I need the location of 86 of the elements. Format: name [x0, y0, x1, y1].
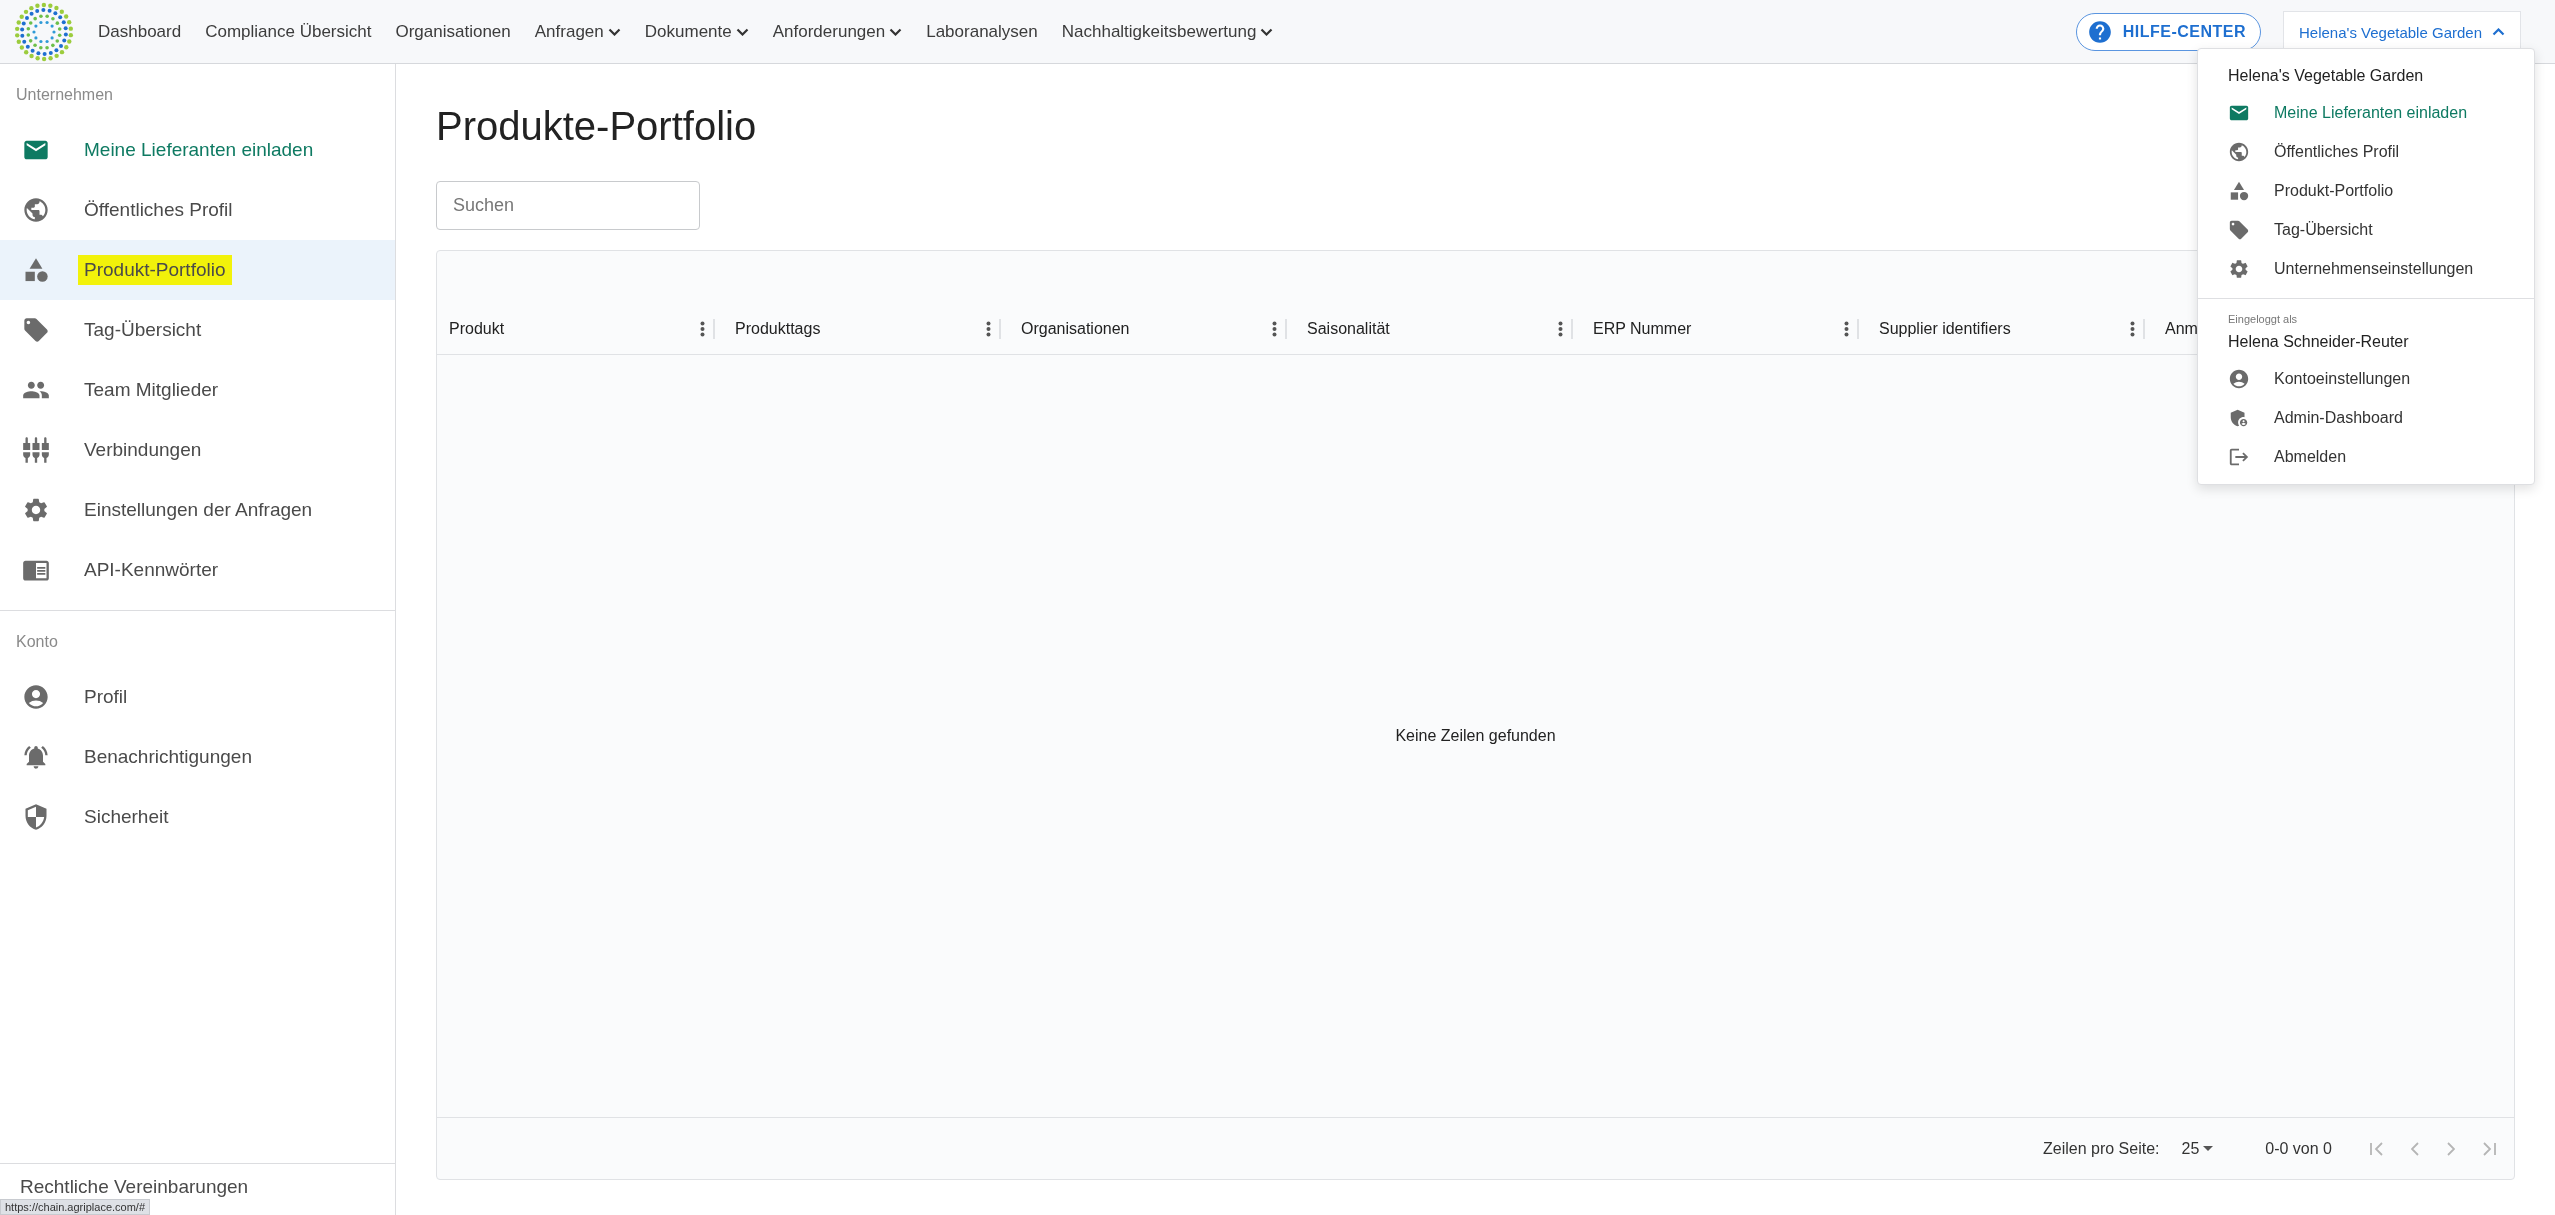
chevron-down-icon	[735, 27, 749, 36]
menu-item[interactable]: Öffentliches Profil	[2198, 132, 2534, 171]
highlighted-label: Team Mitglieder	[84, 378, 219, 402]
rows-per-page-label: Zeilen pro Seite:	[2042, 1139, 2160, 1158]
menu-org-name: Helena's Vegetable Garden	[2227, 66, 2425, 86]
highlighted-label: Verbindungen	[84, 438, 202, 462]
sidebar-item[interactable]: Team Mitglieder	[0, 360, 395, 420]
section-title: Unternehmen	[15, 85, 114, 105]
search-field[interactable]: Suchen	[436, 181, 700, 230]
settings-icon	[22, 496, 50, 524]
menu-item[interactable]: Produkt-Portfolio	[2198, 171, 2534, 210]
help-icon	[2086, 18, 2113, 45]
sidebar-item[interactable]: Profil	[0, 667, 395, 727]
logged-in-label: Eingeloggt als	[2227, 313, 2299, 325]
first-page-icon	[2370, 1141, 2383, 1156]
more-icon[interactable]	[986, 320, 991, 337]
sidebar-item[interactable]: API-Kennwörter	[0, 540, 395, 600]
nav-link[interactable]: Anfragen	[522, 21, 633, 42]
nav-link[interactable]: Nachhaltigkeitsbewertung	[1049, 21, 1286, 42]
account-icon	[2228, 367, 2250, 390]
menu-item[interactable]: Tag-Übersicht	[2198, 210, 2534, 249]
chevron-down-icon	[607, 27, 621, 36]
last-page-icon	[2483, 1141, 2496, 1156]
help-center-button[interactable]: HILFE-CENTER	[2075, 12, 2261, 51]
caret-icon	[2203, 1146, 2214, 1151]
column-header[interactable]: Saisonalität	[1295, 303, 1581, 354]
highlighted-label: Tag-Übersicht	[84, 318, 202, 342]
sidebar-item[interactable]: Benachrichtigungen	[0, 727, 395, 787]
sidebar-item[interactable]: Verbindungen	[0, 420, 395, 480]
sidebar-item[interactable]: Sicherheit	[0, 787, 395, 847]
globe-icon	[2228, 140, 2250, 163]
chevron-left-icon	[2411, 1141, 2419, 1156]
column-header[interactable]: ERP Nummer	[1581, 303, 1867, 354]
section-title: Konto	[15, 632, 59, 652]
sidebar-item[interactable]: Meine Lieferanten einladen	[0, 120, 395, 180]
sidebar-item[interactable]: Tag-Übersicht	[0, 300, 395, 360]
account-icon	[22, 683, 50, 711]
menu-item[interactable]: Meine Lieferanten einladen	[2198, 93, 2534, 132]
menu-item[interactable]: Abmelden	[2198, 437, 2534, 476]
highlighted-label: Sicherheit	[84, 805, 169, 829]
nav-link[interactable]: Compliance Übersicht	[193, 21, 384, 42]
nav-link[interactable]: Laboranalysen	[914, 21, 1050, 42]
column-header[interactable]: Produkttags	[723, 303, 1009, 354]
highlighted-label: Benachrichtigungen	[84, 745, 252, 769]
highlighted-label: Einstellungen der Anfragen	[84, 498, 313, 522]
more-icon[interactable]	[2130, 320, 2135, 337]
nav-link[interactable]: Organisationen	[383, 21, 523, 42]
chevron-down-icon	[889, 27, 903, 36]
column-header[interactable]: Supplier identifiers	[1867, 303, 2153, 354]
sidebar-item[interactable]: Einstellungen der Anfragen	[0, 480, 395, 540]
more-icon[interactable]	[1272, 320, 1277, 337]
menu-item[interactable]: Kontoeinstellungen	[2198, 359, 2534, 398]
chevron-down-icon	[1260, 27, 1274, 36]
page-title: Produkte-Portfolio	[436, 104, 757, 149]
empty-message: Keine Zeilen gefunden	[1395, 727, 1556, 745]
nav-link[interactable]: Anforderungen	[760, 21, 915, 42]
menu-item[interactable]: Admin-Dashboard	[2198, 398, 2534, 437]
sidebar-item[interactable]: Produkt-Portfolio	[0, 240, 395, 300]
page-range: 0-0 von 0	[2265, 1139, 2332, 1158]
legal-link[interactable]: Rechtliche Vereinbarungen	[20, 1176, 249, 1198]
chevron-right-icon	[2447, 1141, 2455, 1156]
status-url: https://chain.agriplace.com/#	[0, 1199, 151, 1215]
rows-per-page-select[interactable]: 25	[2175, 1138, 2220, 1159]
bell-icon	[22, 743, 50, 771]
more-icon[interactable]	[1844, 320, 1849, 337]
highlighted-label: Öffentliches Profil	[84, 198, 233, 222]
settings-icon	[2228, 257, 2250, 280]
logo-icon[interactable]	[14, 1, 74, 62]
user-name: Helena Schneider-Reuter	[2227, 332, 2410, 352]
column-header[interactable]: Organisationen	[1009, 303, 1295, 354]
highlighted-label: Produkt-Portfolio	[78, 255, 232, 285]
highlighted-label: Profil	[84, 685, 128, 709]
nav-link[interactable]: Dashboard	[86, 21, 194, 42]
more-icon[interactable]	[700, 320, 705, 337]
nav-link[interactable]: Dokumente	[632, 21, 761, 42]
sidebar-item[interactable]: Öffentliches Profil	[0, 180, 395, 240]
menu-item[interactable]: Unternehmenseinstellungen	[2198, 249, 2534, 288]
highlighted-label: Meine Lieferanten einladen	[84, 138, 314, 162]
connectors-icon	[22, 436, 50, 464]
more-icon[interactable]	[1558, 320, 1563, 337]
column-header[interactable]: Produkt	[437, 303, 723, 354]
globe-icon	[22, 196, 50, 224]
tag-icon	[2228, 218, 2250, 241]
tag-icon	[22, 316, 50, 344]
chevron-up-icon	[2492, 28, 2505, 36]
highlighted-label: API-Kennwörter	[84, 558, 219, 582]
